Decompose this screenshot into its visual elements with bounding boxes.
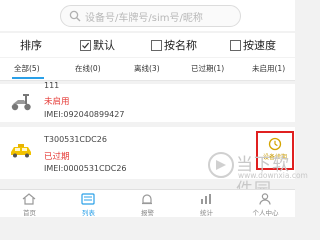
- sort-default-checkbox[interactable]: [80, 40, 91, 51]
- check-icon: [82, 42, 90, 49]
- nav-home[interactable]: 首页: [0, 190, 59, 217]
- nav-alarm[interactable]: 报警: [118, 190, 177, 217]
- person-icon: [259, 193, 271, 205]
- sort-label: 排序: [20, 39, 42, 52]
- scooter-icon: [11, 94, 31, 111]
- nav-list[interactable]: 列表: [59, 190, 118, 217]
- search-input[interactable]: 设备号/车牌号/sim号/昵称: [60, 5, 241, 27]
- filter-tabs: 全部(5) 在线(0) 离线(3) 已过期(1) 未启用(1): [0, 58, 295, 81]
- list-item[interactable]: 111 未启用 IMEI:092040899427: [0, 81, 295, 122]
- device-status: 未启用: [44, 97, 70, 107]
- bottom-nav: 首页 列表 报警 统计 个人中心: [0, 189, 295, 217]
- tab-expired[interactable]: 已过期(1): [191, 63, 224, 74]
- alarm-icon: [142, 194, 152, 205]
- tab-offline[interactable]: 离线(3): [134, 63, 160, 74]
- search-icon: [69, 10, 81, 22]
- device-name: 111: [44, 81, 60, 90]
- renew-icon: [268, 137, 282, 151]
- watermark-logo-icon: [208, 152, 234, 178]
- device-name: T300531CDC26: [44, 135, 107, 144]
- nav-stats-label: 统计: [200, 209, 213, 217]
- device-status: 已过期: [44, 152, 70, 162]
- search-bar: 设备号/车牌号/sim号/昵称: [0, 0, 295, 31]
- stats-icon: [201, 194, 211, 204]
- sort-name-checkbox[interactable]: [151, 40, 162, 51]
- device-imei: IMEI:092040899427: [44, 110, 125, 119]
- list-icon: [81, 193, 95, 205]
- sort-default-label[interactable]: 默认: [93, 37, 115, 53]
- device-imei: IMEI:0000531CDC26: [44, 164, 127, 173]
- taxi-icon: [11, 144, 31, 158]
- nav-alarm-label: 报警: [141, 209, 154, 217]
- sort-speed-checkbox[interactable]: [230, 40, 241, 51]
- tab-all[interactable]: 全部(5): [14, 63, 40, 74]
- sort-bar: 排序 默认 按名称 按速度: [0, 33, 295, 57]
- nav-stats[interactable]: 统计: [177, 190, 236, 217]
- home-icon: [22, 193, 36, 205]
- tab-inactive[interactable]: 未启用(1): [252, 63, 285, 74]
- nav-profile-label: 个人中心: [252, 209, 279, 217]
- nav-profile[interactable]: 个人中心: [236, 190, 295, 217]
- watermark-url: www.downxia.com: [238, 171, 308, 180]
- sort-speed-label[interactable]: 按速度: [243, 37, 276, 53]
- active-tab-indicator: [12, 77, 44, 79]
- nav-home-label: 首页: [23, 209, 36, 217]
- nav-list-label: 列表: [82, 209, 95, 217]
- tab-online[interactable]: 在线(0): [75, 63, 101, 74]
- search-placeholder: 设备号/车牌号/sim号/昵称: [85, 13, 203, 24]
- sort-name-label[interactable]: 按名称: [164, 37, 197, 53]
